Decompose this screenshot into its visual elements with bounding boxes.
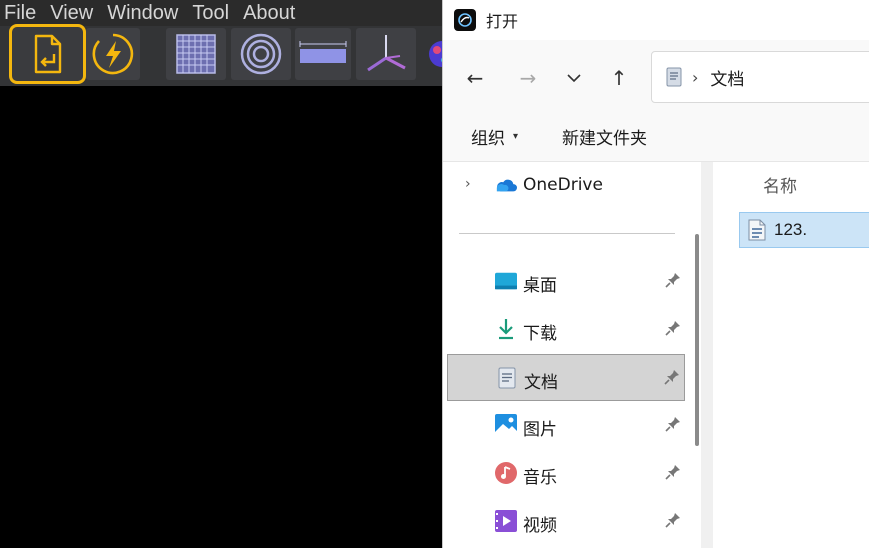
onedrive-cloud-icon — [495, 174, 517, 196]
recent-locations-button[interactable] — [558, 62, 590, 94]
axes-button[interactable] — [356, 28, 416, 80]
app-viewport[interactable] — [0, 86, 442, 548]
sidebar-item-label: 桌面 — [523, 276, 557, 296]
sidebar-item-onedrive[interactable]: › OneDrive — [447, 162, 685, 209]
videos-icon — [495, 510, 517, 532]
file-icon — [748, 219, 766, 241]
sidebar-item-label: 下载 — [523, 324, 557, 344]
sidebar-item-documents[interactable]: 文档 — [447, 354, 685, 401]
menu-tool[interactable]: Tool — [187, 0, 238, 26]
forward-arrow-icon: → — [519, 66, 537, 90]
sidebar-item-label: 图片 — [523, 420, 557, 440]
desktop-icon — [495, 270, 517, 292]
address-bar[interactable]: › 文档 — [651, 51, 869, 103]
music-icon — [495, 462, 517, 484]
sidebar-item-desktop[interactable]: 桌面 — [447, 258, 685, 305]
up-button[interactable]: ↑ — [603, 62, 635, 94]
sidebar-item-label: 音乐 — [523, 468, 557, 488]
command-bar: 组织 ▾ 新建文件夹 — [443, 112, 869, 162]
menu-about[interactable]: About — [238, 0, 304, 26]
pin-icon[interactable] — [665, 464, 681, 480]
file-name: 123. — [774, 220, 808, 239]
dialog-titlebar[interactable]: 打开 — [443, 0, 869, 40]
sidebar-item-pictures[interactable]: 图片 — [447, 402, 685, 449]
organize-label: 组织 — [471, 129, 505, 149]
back-arrow-icon: ← — [466, 66, 484, 90]
open-file-dialog: 打开 ← → ↑ › 文档 组织 ▾ 新建文件夹 › OneDrive 桌面 下… — [442, 0, 869, 548]
documents-icon — [496, 367, 518, 389]
pane-splitter[interactable] — [701, 162, 713, 548]
pin-icon[interactable] — [665, 272, 681, 288]
target-button[interactable] — [231, 28, 291, 80]
forward-button[interactable]: → — [512, 62, 544, 94]
menu-file[interactable]: File — [0, 0, 45, 26]
sidebar-item-label: 视频 — [523, 516, 557, 536]
download-icon — [495, 318, 517, 340]
new-folder-button[interactable]: 新建文件夹 — [562, 124, 647, 149]
navigation-pane-scrollbar[interactable] — [695, 234, 699, 446]
pin-icon[interactable] — [665, 512, 681, 528]
menu-window[interactable]: Window — [102, 0, 187, 26]
navigation-bar: ← → ↑ › 文档 — [443, 40, 869, 112]
pictures-icon — [495, 414, 517, 436]
concentric-circles-icon — [240, 33, 282, 75]
file-list: 名称 123. — [713, 162, 869, 548]
organize-button[interactable]: 组织 ▾ — [471, 124, 518, 149]
ruler-icon — [299, 41, 347, 63]
sidebar-divider — [459, 233, 675, 234]
grid-button[interactable] — [166, 28, 226, 80]
document-icon — [666, 67, 682, 87]
breadcrumb-separator: › — [692, 67, 699, 87]
expand-chevron-icon[interactable]: › — [465, 176, 471, 192]
sidebar-item-music[interactable]: 音乐 — [447, 450, 685, 497]
file-item[interactable]: 123. — [739, 212, 869, 248]
sidebar-item-label: 文档 — [524, 373, 558, 393]
lightning-icon — [92, 33, 134, 75]
menu-view[interactable]: View — [45, 0, 102, 26]
grid-icon — [176, 34, 216, 74]
quick-action-button[interactable] — [86, 28, 140, 80]
pin-icon[interactable] — [665, 320, 681, 336]
app-toolbar — [0, 24, 455, 86]
pin-icon[interactable] — [665, 416, 681, 432]
column-header-name[interactable]: 名称 — [763, 172, 797, 197]
app-menubar: File View Window Tool About — [0, 0, 442, 26]
import-file-icon — [34, 34, 61, 74]
sidebar-item-downloads[interactable]: 下载 — [447, 306, 685, 353]
import-file-button[interactable] — [9, 24, 86, 84]
back-button[interactable]: ← — [459, 62, 491, 94]
up-arrow-icon: ↑ — [610, 66, 628, 90]
dialog-title: 打开 — [486, 12, 519, 31]
breadcrumb-documents[interactable]: 文档 — [710, 65, 744, 90]
axes-icon — [367, 35, 406, 72]
sidebar-item-label: OneDrive — [523, 175, 603, 195]
app-logo-icon — [454, 9, 476, 31]
caret-down-icon: ▾ — [513, 131, 519, 142]
screen: File View Window Tool About 打开 ← → ↑ › 文… — [0, 0, 869, 548]
navigation-pane: › OneDrive 桌面 下载 文档 图片 音乐 视频 — [443, 162, 701, 548]
pin-icon[interactable] — [664, 369, 680, 385]
chevron-down-icon — [567, 74, 581, 83]
sidebar-item-videos[interactable]: 视频 — [447, 498, 685, 545]
ruler-button[interactable] — [295, 28, 351, 80]
